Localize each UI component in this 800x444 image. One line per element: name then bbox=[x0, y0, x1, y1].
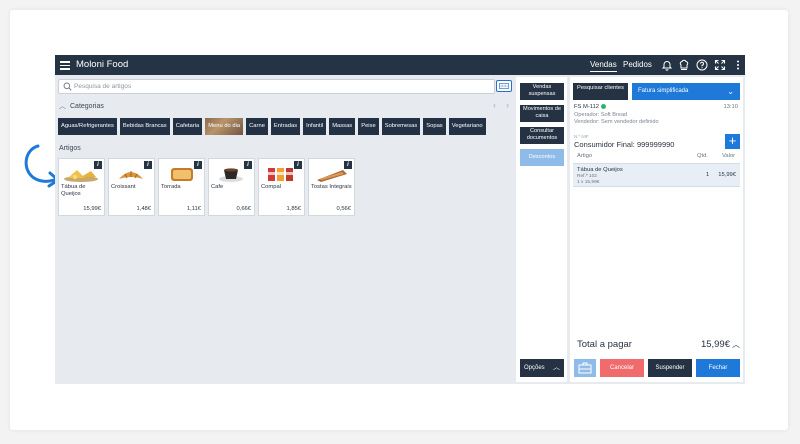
chevron-up-icon: ︿ bbox=[59, 103, 66, 110]
document-time: 13:10 bbox=[723, 104, 738, 110]
article-name: Compal bbox=[261, 184, 281, 190]
actions-column: Vendas suspensas Movimentos de caixa Con… bbox=[516, 77, 567, 382]
category-menu-do-dia[interactable]: Menu do dia bbox=[205, 118, 244, 135]
chevron-left-icon[interactable]: ‹ bbox=[493, 100, 496, 110]
cash-drawer-button[interactable] bbox=[574, 359, 596, 377]
more-icon[interactable] bbox=[732, 59, 744, 71]
category-aguas[interactable]: Aguas/Refrigerantes bbox=[58, 118, 117, 135]
cash-movements-button[interactable]: Movimentos de caixa bbox=[520, 105, 564, 122]
top-bar: Moloni Food Vendas Pedidos bbox=[55, 55, 745, 75]
coffee-image bbox=[219, 168, 243, 182]
category-massas[interactable]: Massas bbox=[329, 118, 356, 135]
options-button[interactable]: Opções ︿ bbox=[520, 359, 564, 377]
cancel-button[interactable]: Cancelar bbox=[600, 359, 644, 377]
categories-header[interactable]: ︿ Categorias bbox=[59, 101, 104, 111]
line-value: 15,99€ bbox=[718, 172, 736, 178]
articles-title: Artigos bbox=[59, 145, 81, 152]
article-price: 0,66€ bbox=[236, 206, 251, 212]
search-box bbox=[58, 79, 495, 94]
line-ref: Ref.ª 102 bbox=[577, 174, 597, 179]
article-card[interactable]: i Tostas Integrais 0,56€ bbox=[308, 158, 355, 216]
help-icon[interactable] bbox=[696, 59, 708, 71]
close-button[interactable]: Fechar bbox=[696, 359, 740, 377]
seller-label: Vendedor: Sem vendedor definido bbox=[574, 119, 659, 125]
document-panel: Pesquisar clientes Fatura simplificada ⌄ … bbox=[570, 77, 743, 382]
total-label: Total a pagar bbox=[577, 339, 632, 350]
article-card[interactable]: i Torrada 1,11€ bbox=[158, 158, 205, 216]
suspend-button[interactable]: Suspender bbox=[648, 359, 692, 377]
category-carne[interactable]: Carne bbox=[246, 118, 268, 135]
document-line[interactable]: Tábua de Queijos Ref.ª 102 1 x 15,99€ 1 … bbox=[573, 163, 740, 187]
category-sopas[interactable]: Sopas bbox=[423, 118, 446, 135]
line-qty: 1 bbox=[706, 172, 710, 178]
article-card[interactable]: i Croissant 1,48€ bbox=[108, 158, 155, 216]
document-type-select[interactable]: Fatura simplificada ⌄ bbox=[632, 83, 740, 100]
keyboard-icon[interactable] bbox=[496, 80, 512, 92]
pos-app: Moloni Food Vendas Pedidos Pesquisa de a… bbox=[55, 55, 745, 384]
juice-cans-image bbox=[268, 168, 293, 181]
category-peixe[interactable]: Peixe bbox=[358, 118, 379, 135]
article-price: 1,85€ bbox=[286, 206, 301, 212]
article-price: 1,48€ bbox=[136, 206, 151, 212]
options-label: Opções bbox=[524, 365, 545, 371]
article-card[interactable]: i Compal 1,85€ bbox=[258, 158, 305, 216]
column-qty: Qtd. bbox=[697, 153, 708, 159]
line-unit-price: 1 x 15,99€ bbox=[577, 179, 600, 185]
article-card[interactable]: i Cafe 0,66€ bbox=[208, 158, 255, 216]
article-name: Cafe bbox=[211, 184, 224, 190]
search-clients-button[interactable]: Pesquisar clientes bbox=[573, 83, 628, 100]
fullscreen-icon[interactable] bbox=[714, 59, 726, 71]
category-bebidas-brancas[interactable]: Bebidas Brancas bbox=[119, 118, 170, 135]
toast-image bbox=[171, 168, 193, 181]
nav-orders[interactable]: Pedidos bbox=[623, 60, 652, 69]
nav-sales[interactable]: Vendas bbox=[590, 60, 617, 72]
total-amount: 15,99€ bbox=[700, 339, 730, 350]
article-price: 15,99€ bbox=[83, 206, 101, 212]
chevron-up-icon: ︿ bbox=[553, 364, 560, 371]
consult-documents-button[interactable]: Consultar documentos bbox=[520, 127, 564, 144]
whole-toast-image bbox=[317, 170, 347, 182]
article-name: Tábua de Queijos bbox=[61, 184, 86, 197]
chevron-right-icon[interactable]: › bbox=[506, 100, 509, 110]
nif-label: N.º NIF bbox=[574, 134, 589, 139]
croissant-image bbox=[119, 171, 143, 179]
column-value: Valor bbox=[722, 153, 736, 159]
search-input[interactable] bbox=[74, 81, 484, 92]
category-vegetariano[interactable]: Vegetariano bbox=[448, 118, 486, 135]
document-number: FS M-112 bbox=[574, 104, 600, 111]
discounts-button[interactable]: Descontos bbox=[520, 149, 564, 166]
category-sobremesas[interactable]: Sobremesas bbox=[381, 118, 421, 135]
menu-icon[interactable] bbox=[60, 59, 70, 71]
article-name: Torrada bbox=[161, 184, 181, 190]
client-name[interactable]: Consumidor Final: 999999990 bbox=[574, 140, 674, 149]
article-price: 0,56€ bbox=[336, 206, 351, 212]
categories-title: Categorias bbox=[70, 103, 104, 110]
document-id: FS M-112 bbox=[574, 104, 607, 111]
app-title: Moloni Food bbox=[76, 59, 129, 70]
article-name: Tostas Integrais bbox=[311, 184, 352, 190]
document-type-label: Fatura simplificada bbox=[638, 88, 689, 94]
chef-icon[interactable] bbox=[678, 59, 690, 71]
operator-label: Operador: Soft Bread bbox=[574, 112, 628, 118]
search-icon bbox=[63, 82, 72, 91]
add-client-button[interactable]: + bbox=[725, 134, 740, 149]
category-entradas[interactable]: Entradas bbox=[270, 118, 301, 135]
article-name: Croissant bbox=[111, 184, 136, 190]
cheese-board-image bbox=[64, 170, 98, 182]
bell-icon[interactable] bbox=[661, 59, 673, 71]
category-infantil[interactable]: Infantil bbox=[303, 118, 327, 135]
chevron-up-icon: ︿ bbox=[732, 340, 740, 349]
suspended-sales-button[interactable]: Vendas suspensas bbox=[520, 83, 564, 100]
article-card[interactable]: i Tábua de Queijos 15,99€ bbox=[58, 158, 105, 216]
article-price: 1,11€ bbox=[186, 206, 201, 212]
total-value[interactable]: 15,99€ ︿ bbox=[701, 339, 740, 350]
category-cafetaria[interactable]: Cafetaria bbox=[172, 118, 203, 135]
category-bar: Aguas/Refrigerantes Bebidas Brancas Cafeta… bbox=[58, 118, 513, 135]
column-article: Artigo bbox=[577, 153, 593, 159]
status-dot-icon bbox=[601, 104, 607, 109]
chevron-down-icon: ⌄ bbox=[727, 87, 734, 96]
line-name: Tábua de Queijos bbox=[577, 167, 623, 173]
